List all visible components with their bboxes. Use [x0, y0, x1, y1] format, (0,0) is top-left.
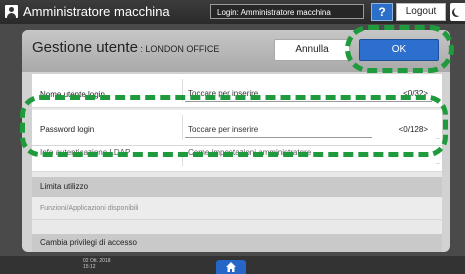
logout-button[interactable]: Logout [396, 3, 446, 21]
cancel-button[interactable]: Annulla [274, 39, 350, 61]
access-privileges-section: Cambia privilegi di accesso [32, 234, 442, 252]
home-button[interactable] [216, 260, 246, 274]
password-row-highlight [20, 95, 448, 157]
home-icon [226, 262, 236, 272]
ok-button-highlight [345, 25, 454, 73]
energy-saver-button[interactable] [450, 3, 465, 21]
login-status: Login: Amministratore macchina [210, 4, 364, 19]
user-icon [5, 5, 18, 18]
top-bar: Amministratore macchina Login: Amministr… [0, 0, 465, 24]
datetime-display: 02 Ott. 2018 15:12 [83, 258, 111, 270]
help-button[interactable]: ? [371, 3, 393, 21]
dialog-title: Gestione utente : LONDON OFFICE [32, 39, 219, 56]
dialog-title-main: Gestione utente [32, 39, 138, 56]
bottom-bar: 02 Ott. 2018 15:12 [0, 256, 465, 274]
dialog-title-sub: : LONDON OFFICE [137, 44, 220, 54]
time-text: 15:12 [83, 264, 96, 270]
more-dots-icon: ··· [436, 161, 440, 167]
usage-limit-section: Limita utilizzo [32, 177, 442, 197]
moon-icon [454, 7, 463, 16]
available-functions-row: Funzioni/Applicazioni disponibili [32, 198, 442, 220]
app-title: Amministratore macchina [23, 4, 170, 19]
